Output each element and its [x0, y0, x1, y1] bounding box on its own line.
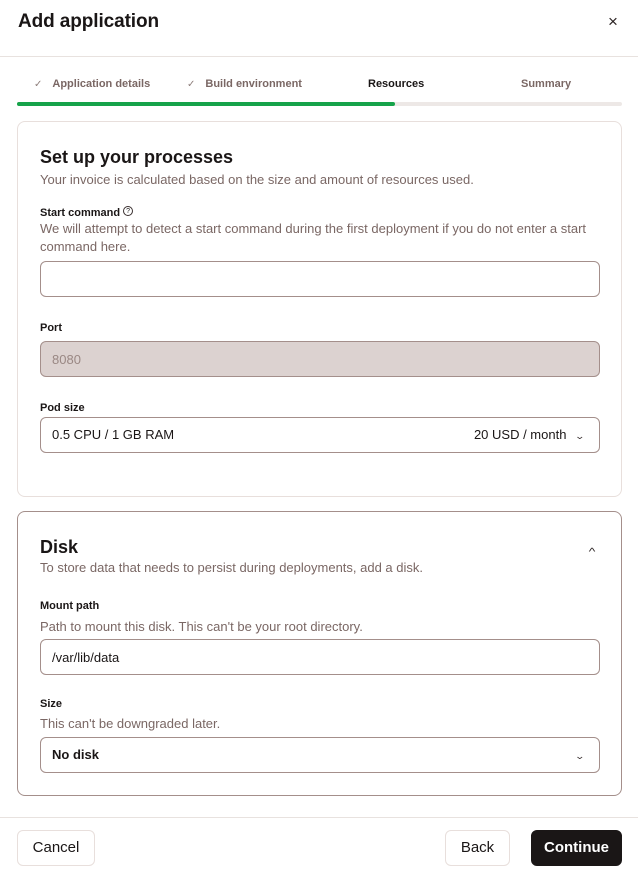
chevron-down-icon: ⌄	[574, 751, 586, 761]
dialog-title: Add application	[18, 11, 160, 32]
size-help: This can't be downgraded later.	[40, 716, 221, 731]
disk-subtitle: To store data that needs to persist duri…	[40, 560, 424, 575]
step-application-details[interactable]: ✓ Application details	[34, 78, 150, 90]
dialog-header: Add application ×	[0, 0, 638, 57]
disk-card: Disk ^ To store data that needs to persi…	[17, 511, 622, 796]
processes-card: Set up your processes Your invoice is ca…	[17, 121, 622, 497]
start-command-help: We will attempt to detect a start comman…	[40, 221, 587, 254]
close-button[interactable]: ×	[603, 12, 623, 32]
step-resources[interactable]: Resources	[368, 78, 424, 90]
pod-size-select[interactable]: 0.5 CPU / 1 GB RAM 20 USD / month ⌄	[40, 417, 600, 453]
processes-title: Set up your processes	[40, 147, 234, 167]
port-input	[40, 341, 600, 377]
size-label: Size	[40, 698, 63, 710]
disk-size-select[interactable]: No disk ⌄	[40, 737, 600, 773]
start-command-label-text: Start command	[40, 207, 121, 219]
cancel-button[interactable]: Cancel	[17, 830, 95, 866]
pod-size-price: 20 USD / month	[473, 427, 567, 442]
step-progress-fill	[17, 102, 396, 106]
mount-path-label: Mount path	[40, 600, 100, 612]
processes-subtitle: Your invoice is calculated based on the …	[40, 172, 474, 187]
pod-size-value: 0.5 CPU / 1 GB RAM	[52, 427, 175, 442]
step-summary: Summary	[521, 78, 571, 90]
step-label: Summary	[521, 78, 572, 90]
continue-button[interactable]: Continue	[531, 830, 622, 866]
check-icon: ✓	[187, 79, 196, 90]
check-icon: ✓	[34, 79, 43, 90]
chevron-up-icon: ^	[588, 547, 596, 558]
dialog-footer: Cancel Back Continue	[0, 817, 638, 873]
step-label: Application details	[52, 78, 151, 90]
close-icon: ×	[608, 12, 618, 31]
help-circle-icon[interactable]: ?	[123, 206, 134, 216]
collapse-button[interactable]: ^	[582, 547, 602, 561]
back-button[interactable]: Back	[445, 830, 510, 866]
pod-size-label: Pod size	[40, 402, 85, 414]
start-command-input[interactable]	[40, 261, 600, 297]
mount-path-input[interactable]	[40, 639, 600, 675]
step-progress-bar	[17, 102, 622, 106]
disk-title: Disk	[40, 537, 79, 557]
step-label: Resources	[368, 78, 425, 90]
port-label: Port	[40, 322, 62, 334]
mount-path-help: Path to mount this disk. This can't be y…	[40, 619, 363, 634]
start-command-label: Start command?	[40, 206, 134, 219]
chevron-down-icon: ⌄	[574, 431, 586, 441]
disk-size-value: No disk	[52, 747, 99, 762]
step-build-environment[interactable]: ✓ Build environment	[187, 78, 302, 90]
step-label: Build environment	[205, 78, 302, 90]
